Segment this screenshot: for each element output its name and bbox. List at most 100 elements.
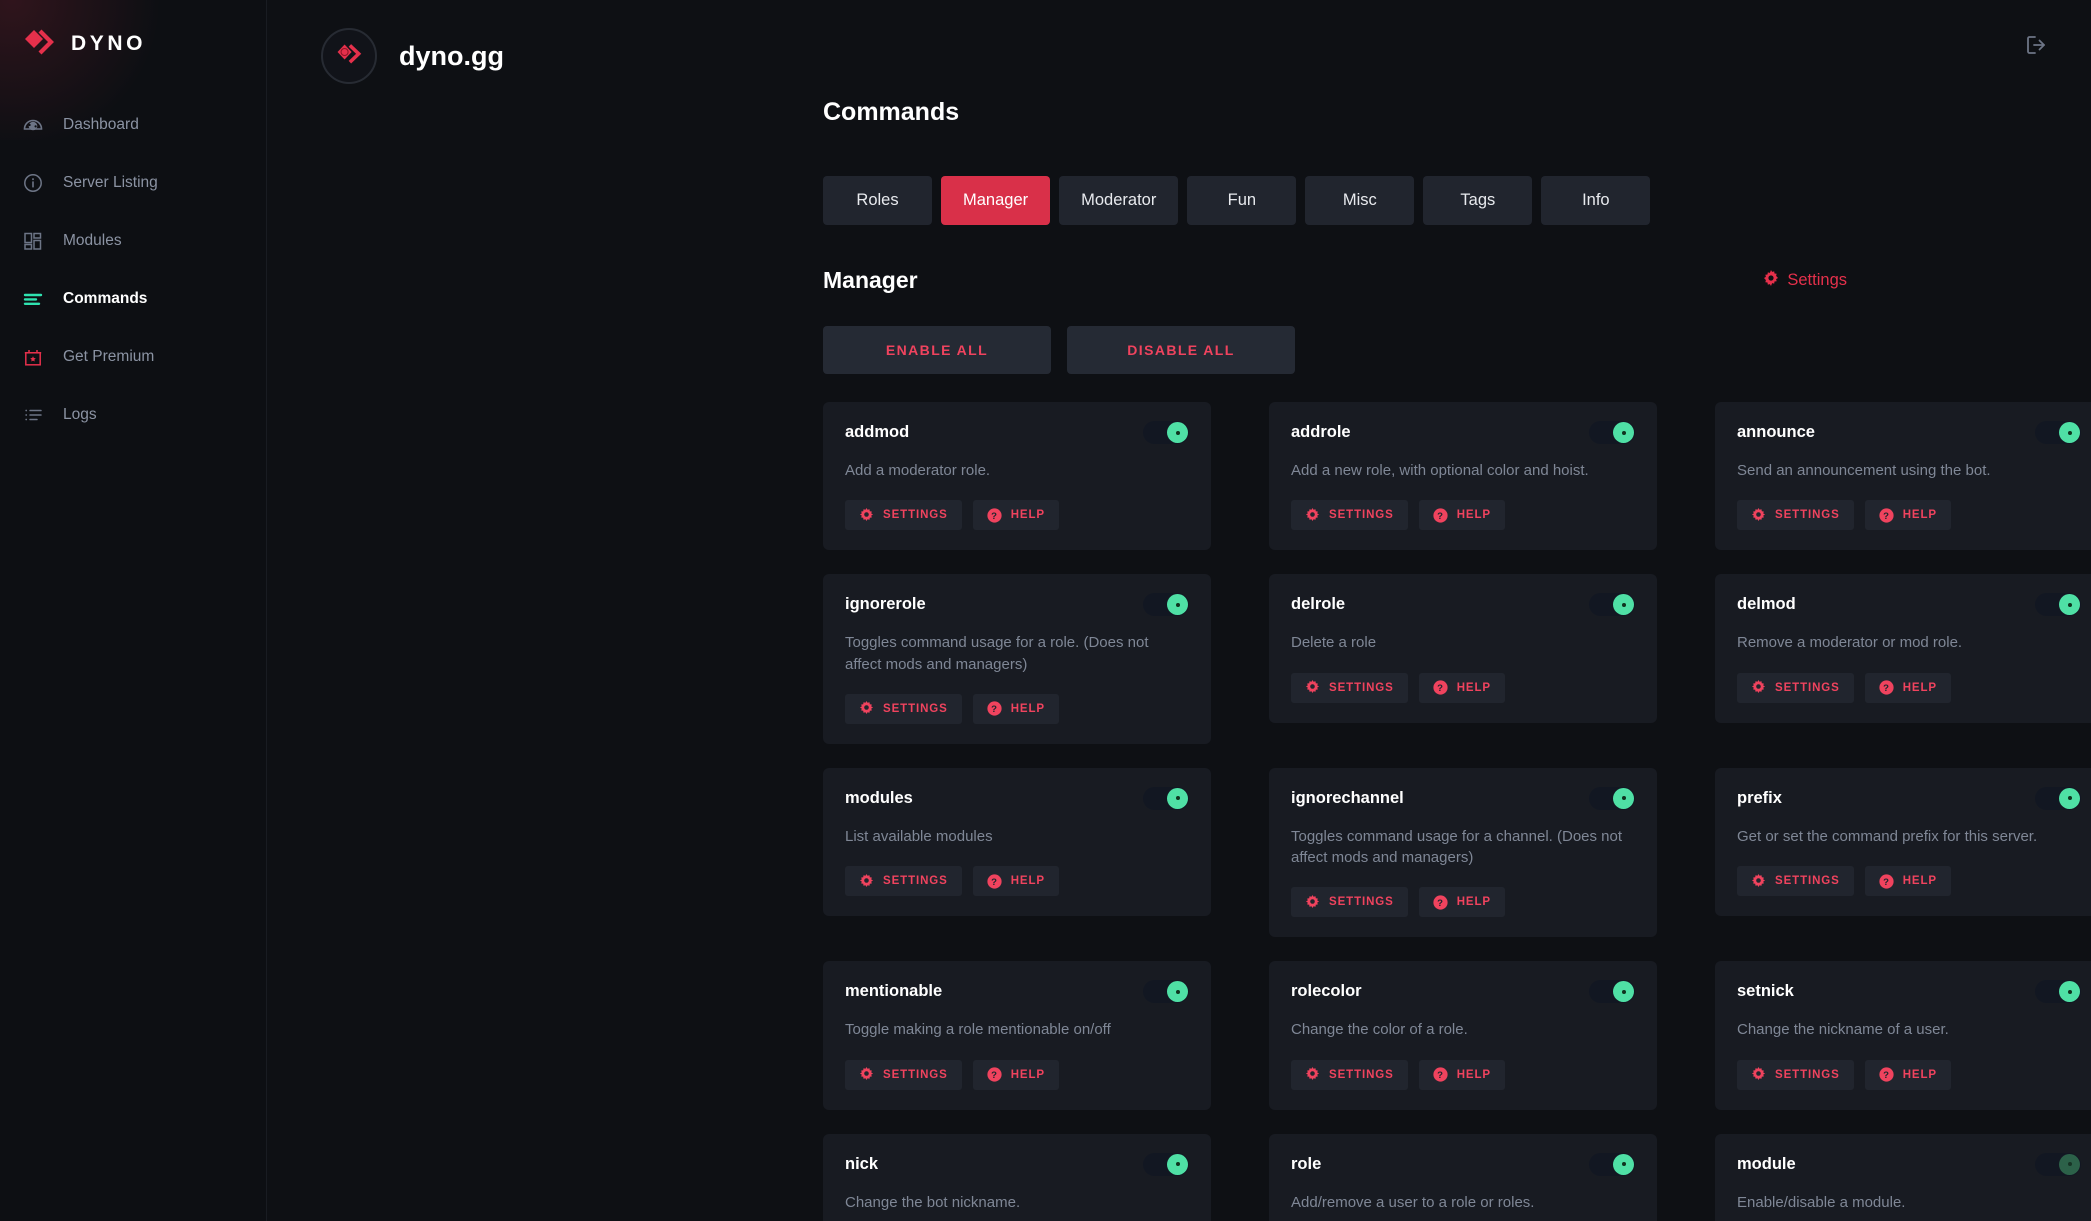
command-actions: SETTINGS ?HELP [845,500,1189,530]
command-card-header: modules [845,787,1189,810]
command-settings-button[interactable]: SETTINGS [1737,866,1854,896]
command-help-button[interactable]: ?HELP [1865,1060,1951,1090]
command-card: nickChange the bot nickname.SETTINGS?HEL… [823,1134,1211,1221]
gear-icon [1751,1067,1766,1082]
command-settings-button[interactable]: SETTINGS [1737,673,1854,703]
command-enable-toggle[interactable] [1143,980,1189,1003]
command-card-header: addrole [1291,421,1635,444]
command-enable-toggle[interactable] [1143,421,1189,444]
command-actions: SETTINGS ?HELP [1737,1060,2081,1090]
svg-text:?: ? [991,511,998,522]
tab-fun[interactable]: Fun [1187,176,1296,225]
command-help-button[interactable]: ?HELP [1419,673,1505,703]
command-settings-button[interactable]: SETTINGS [845,1060,962,1090]
command-settings-button[interactable]: SETTINGS [1291,887,1408,917]
command-description: Change the nickname of a user. [1737,1019,2081,1040]
command-card: addrole Add a new role, with optional col… [1269,402,1657,550]
command-description: Get or set the command prefix for this s… [1737,826,2081,847]
tab-info[interactable]: Info [1541,176,1650,225]
command-help-label: HELP [1011,703,1045,715]
command-description: Add a moderator role. [845,460,1189,481]
toggle-knob [1613,594,1634,615]
command-help-button[interactable]: ?HELP [973,1060,1059,1090]
command-settings-button[interactable]: SETTINGS [845,694,962,724]
command-help-button[interactable]: ?HELP [1865,500,1951,530]
sidebar-item-logs[interactable]: Logs [0,386,266,444]
command-help-label: HELP [1457,682,1491,694]
sidebar-item-modules[interactable]: Modules [0,212,266,270]
command-enable-toggle[interactable] [1589,421,1635,444]
command-enable-toggle[interactable] [1589,593,1635,616]
tab-tags[interactable]: Tags [1423,176,1532,225]
command-name: delmod [1737,593,2035,614]
command-help-button[interactable]: ?HELP [973,694,1059,724]
question-circle-icon: ? [1879,680,1894,695]
disable-all-button[interactable]: DISABLE ALL [1067,326,1295,374]
command-settings-button[interactable]: SETTINGS [845,500,962,530]
command-settings-button[interactable]: SETTINGS [1291,1060,1408,1090]
command-help-button[interactable]: ?HELP [1419,1060,1505,1090]
command-card: modulesList available modulesSETTINGS?HE… [823,768,1211,916]
gear-icon [1305,680,1320,695]
command-settings-label: SETTINGS [1329,509,1394,521]
question-circle-icon: ? [1433,1067,1448,1082]
command-settings-button[interactable]: SETTINGS [1291,500,1408,530]
command-help-button[interactable]: ?HELP [1419,887,1505,917]
command-settings-button[interactable]: SETTINGS [1737,1060,1854,1090]
tab-moderator[interactable]: Moderator [1059,176,1178,225]
command-settings-label: SETTINGS [1329,682,1394,694]
command-card-header: delmod [1737,593,2081,616]
command-enable-toggle[interactable] [1143,1153,1189,1176]
sidebar-item-get-premium[interactable]: Get Premium [0,328,266,386]
command-settings-button[interactable]: SETTINGS [1737,500,1854,530]
question-circle-icon: ? [987,508,1002,523]
command-actions: SETTINGS ?HELP [1737,866,2081,896]
module-settings-link[interactable]: Settings [1763,270,1847,291]
sidebar-item-label: Logs [63,406,97,424]
command-description: Add a new role, with optional color and … [1291,460,1635,481]
command-card-header: ignorechannel [1291,787,1635,810]
info-circle-icon [22,172,44,194]
command-enable-toggle[interactable] [1589,1153,1635,1176]
command-settings-button[interactable]: SETTINGS [845,866,962,896]
command-enable-toggle[interactable] [2035,593,2081,616]
enable-all-button[interactable]: ENABLE ALL [823,326,1051,374]
command-settings-label: SETTINGS [1775,1069,1840,1081]
command-description: Send an announcement using the bot. [1737,460,2081,481]
command-card-header: delrole [1291,593,1635,616]
command-help-button[interactable]: ?HELP [1865,673,1951,703]
command-enable-toggle[interactable] [1143,593,1189,616]
question-circle-icon: ? [987,874,1002,889]
toggle-knob [1167,422,1188,443]
sidebar-item-server-listing[interactable]: Server Listing [0,154,266,212]
question-circle-icon: ? [1433,508,1448,523]
command-description: Delete a role [1291,632,1635,653]
tab-roles[interactable]: Roles [823,176,932,225]
command-help-button[interactable]: ?HELP [973,866,1059,896]
svg-text:?: ? [1437,1070,1444,1081]
sidebar-item-label: Server Listing [63,174,158,192]
command-enable-toggle[interactable] [1589,980,1635,1003]
command-actions: SETTINGS ?HELP [845,694,1189,724]
command-help-label: HELP [1457,509,1491,521]
toggle-knob [2059,981,2080,1002]
command-description: Toggles command usage for a channel. (Do… [1291,826,1635,869]
command-help-button[interactable]: ?HELP [1865,866,1951,896]
command-enable-toggle[interactable] [1589,787,1635,810]
command-enable-toggle[interactable] [2035,787,2081,810]
command-enable-toggle[interactable] [2035,421,2081,444]
command-help-button[interactable]: ?HELP [973,500,1059,530]
command-card: announceSend an announcement using the b… [1715,402,2091,550]
sidebar-item-dashboard[interactable]: Dashboard [0,96,266,154]
logout-icon[interactable] [2023,32,2049,58]
command-help-button[interactable]: ? HELP [1419,500,1505,530]
tab-misc[interactable]: Misc [1305,176,1414,225]
command-enable-toggle[interactable] [2035,1153,2081,1176]
sidebar-item-commands[interactable]: Commands [0,270,266,328]
command-settings-button[interactable]: SETTINGS [1291,673,1408,703]
brand[interactable]: DYNO [0,0,266,62]
command-enable-toggle[interactable] [1143,787,1189,810]
command-enable-toggle[interactable] [2035,980,2081,1003]
module-settings-label: Settings [1787,271,1847,290]
tab-manager[interactable]: Manager [941,176,1050,225]
